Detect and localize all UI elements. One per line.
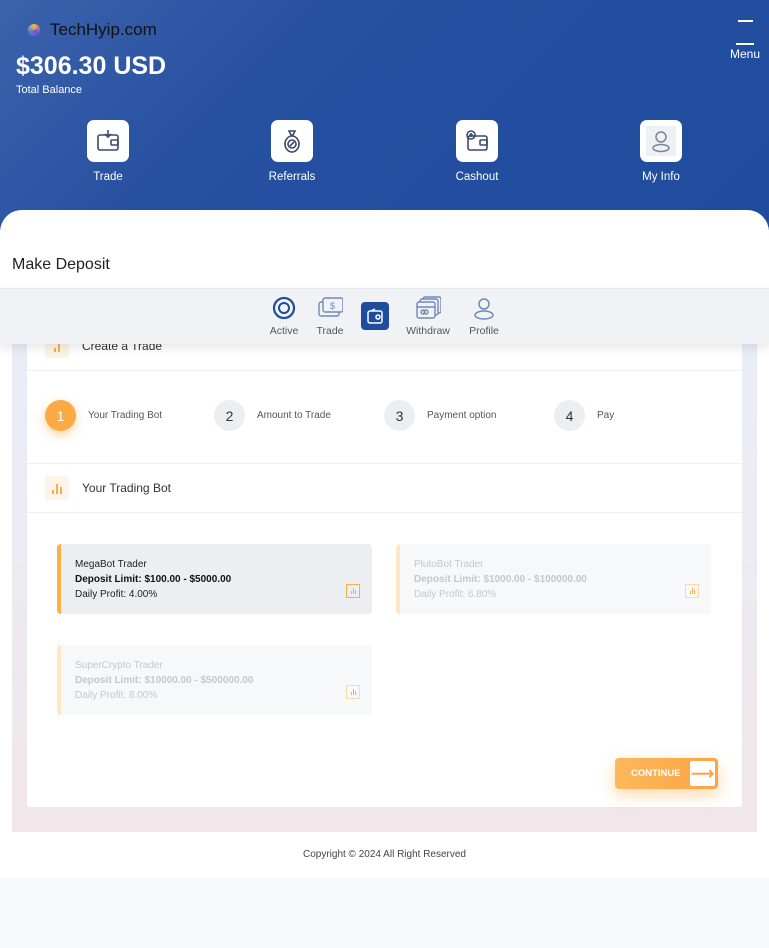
step-number: 3 — [384, 400, 415, 431]
quick-cashout[interactable]: Cashout — [437, 120, 517, 183]
arrow-right-icon: ⟶ — [690, 761, 715, 786]
quick-label: Cashout — [455, 171, 499, 183]
nav-wallet[interactable] — [361, 295, 389, 334]
step-label: Pay — [597, 410, 615, 421]
page-title: Make Deposit — [12, 256, 110, 273]
quick-label: Trade — [93, 171, 123, 183]
step-2[interactable]: 2 Amount to Trade — [214, 400, 331, 431]
divider — [27, 512, 742, 513]
money-bag-percent-icon — [271, 120, 313, 162]
divider — [27, 370, 742, 371]
bar-chart-icon — [45, 476, 69, 500]
nav-label: Profile — [469, 325, 499, 337]
divider — [27, 463, 742, 464]
step-number: 2 — [214, 400, 245, 431]
circle-icon — [271, 295, 297, 321]
step-3[interactable]: 3 Payment option — [384, 400, 497, 431]
logo[interactable]: TechHyip.com — [28, 20, 157, 40]
bot-limit: Deposit Limit: $100.00 - $5000.00 — [75, 574, 232, 585]
section-heading: Your Trading Bot — [45, 476, 171, 500]
step-label: Amount to Trade — [257, 410, 331, 421]
bar-chart-icon — [685, 584, 699, 598]
bot-profit: Daily Profit: 4.00% — [75, 589, 158, 600]
bot-profit: Daily Profit: 8.00% — [75, 690, 158, 701]
nav-trade[interactable]: $ Trade — [313, 295, 347, 337]
nav-label: Trade — [316, 325, 344, 337]
nav-withdraw[interactable]: Withdraw — [403, 295, 453, 337]
step-number: 1 — [45, 400, 76, 431]
quick-label: Referrals — [268, 171, 316, 183]
nav-active[interactable]: Active — [266, 295, 302, 337]
bot-option-megabot[interactable]: MegaBot Trader Deposit Limit: $100.00 - $… — [57, 544, 372, 614]
wallet-icon — [361, 302, 389, 330]
wallet-download-icon — [87, 120, 129, 162]
cards-icon — [415, 295, 441, 321]
quick-referrals[interactable]: Referrals — [252, 120, 332, 183]
continue-label: CONTINUE — [631, 768, 681, 779]
quick-label: My Info — [642, 171, 680, 183]
nav-profile[interactable]: Profile — [466, 295, 502, 337]
quick-my-info[interactable]: My Info — [621, 120, 701, 183]
bot-limit: Deposit Limit: $10000.00 - $500000.00 — [75, 675, 254, 686]
quick-trade[interactable]: Trade — [68, 120, 148, 183]
nav-label: Active — [269, 325, 299, 337]
step-4[interactable]: 4 Pay — [554, 400, 614, 431]
section-title: Your Trading Bot — [82, 481, 171, 495]
svg-text:$: $ — [330, 301, 335, 311]
create-trade-card: Create a Trade 1 Your Trading Bot 2 Amount… — [27, 318, 742, 807]
wallet-plus-icon — [456, 120, 498, 162]
step-1[interactable]: 1 Your Trading Bot — [45, 400, 162, 431]
bot-name: MegaBot Trader — [75, 559, 147, 570]
continue-button[interactable]: CONTINUE ⟶ — [615, 758, 718, 789]
bot-name: PlutoBot Trader — [414, 559, 484, 570]
brand-name: TechHyip.com — [50, 20, 157, 39]
bar-chart-icon — [346, 685, 360, 699]
step-label: Payment option — [427, 410, 497, 421]
hamburger-icon — [737, 20, 753, 22]
user-icon — [640, 120, 682, 162]
hamburger-icon — [736, 43, 754, 45]
copyright: Copyright © 2024 All Right Reserved — [302, 849, 466, 860]
user-icon — [471, 295, 497, 321]
cash-icon: $ — [317, 295, 343, 321]
bot-option-plutobot[interactable]: PlutoBot Trader Deposit Limit: $1000.00 -… — [396, 544, 711, 614]
bot-limit: Deposit Limit: $1000.00 - $100000.00 — [414, 574, 587, 585]
step-number: 4 — [554, 400, 585, 431]
bot-profit: Daily Profit: 6.80% — [414, 589, 497, 600]
logo-icon — [28, 24, 40, 36]
step-label: Your Trading Bot — [88, 410, 163, 421]
menu-label: Menu — [729, 47, 761, 61]
bot-name: SuperCrypto Trader — [75, 660, 163, 671]
bot-option-supercrypto[interactable]: SuperCrypto Trader Deposit Limit: $10000.… — [57, 645, 372, 715]
balance-label: Total Balance — [16, 84, 83, 96]
nav-label: Withdraw — [406, 325, 450, 337]
menu-button[interactable]: Menu — [729, 20, 761, 61]
bottom-nav: Active $ Trade Withdraw Profile — [0, 288, 769, 344]
header: TechHyip.com $306.30 USD Total Balance M… — [0, 0, 769, 230]
footer-area — [0, 878, 769, 948]
bar-chart-icon — [346, 584, 360, 598]
total-balance: $306.30 USD — [16, 52, 167, 80]
